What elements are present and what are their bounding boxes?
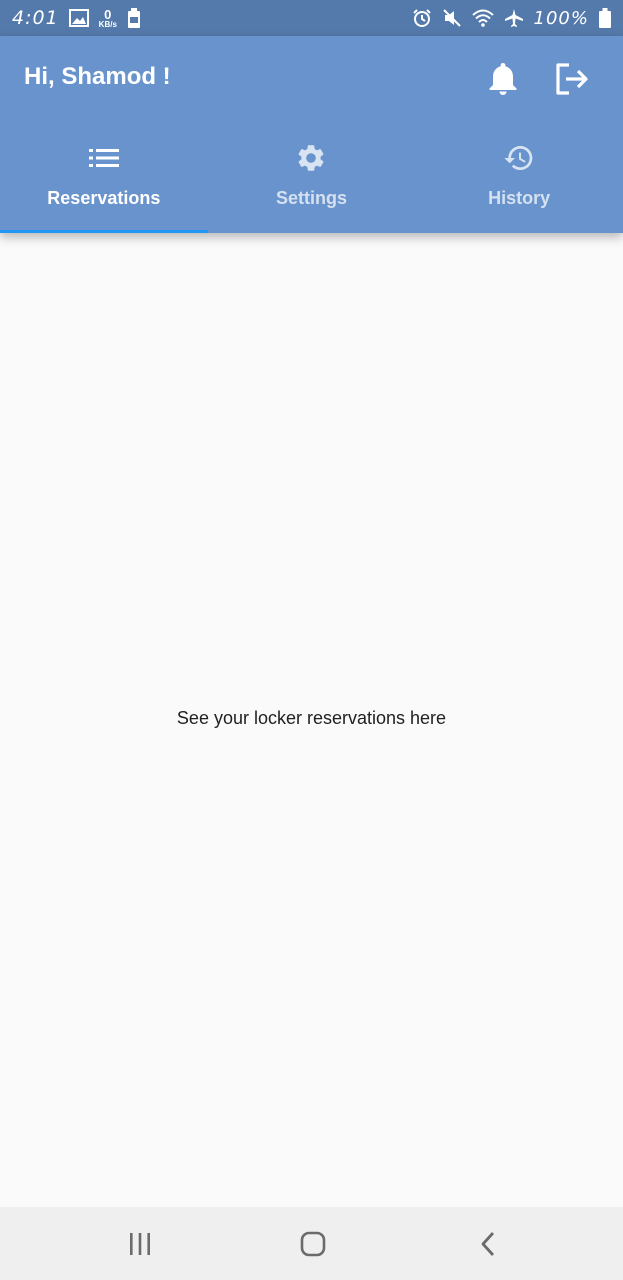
page-title: Hi, Shamod !: [24, 63, 171, 90]
battery-icon: [599, 8, 611, 28]
list-icon: [88, 142, 120, 174]
mute-icon: [442, 8, 462, 28]
back-icon: [478, 1230, 498, 1258]
wifi-icon: [471, 9, 494, 27]
tab-bar: Reservations Settings History: [0, 132, 623, 233]
network-speed: 0 KB/s: [99, 8, 117, 29]
tab-reservations[interactable]: Reservations: [0, 132, 208, 233]
recent-apps-button[interactable]: [120, 1225, 160, 1263]
notifications-button[interactable]: [484, 60, 522, 98]
history-icon: [503, 142, 535, 174]
status-right: 100%: [412, 8, 611, 29]
alarm-icon: [412, 8, 432, 28]
network-speed-unit: KB/s: [98, 19, 117, 29]
tab-label: Settings: [275, 188, 347, 208]
battery-percent: 100%: [533, 7, 589, 29]
logout-icon: [554, 62, 590, 96]
home-button[interactable]: [293, 1225, 333, 1263]
airplane-mode-icon: [504, 8, 524, 28]
notifications-icon: [488, 62, 518, 96]
battery-saver-icon: [127, 8, 141, 28]
recent-apps-icon: [127, 1232, 153, 1256]
network-speed-value: 0: [104, 6, 112, 22]
tab-label: Reservations: [47, 188, 161, 208]
logout-button[interactable]: [552, 59, 592, 99]
empty-state-message: See your locker reservations here: [176, 708, 447, 728]
status-left: 4:01 0 KB/s: [12, 7, 141, 29]
system-nav-bar: [0, 1207, 623, 1280]
home-icon: [299, 1230, 327, 1258]
tab-settings[interactable]: Settings: [208, 132, 416, 233]
status-time: 4:01: [12, 7, 59, 29]
tab-history[interactable]: History: [415, 132, 623, 233]
gear-icon: [295, 142, 327, 174]
tab-indicator: [0, 230, 208, 233]
status-bar: 4:01 0 KB/s 100%: [0, 0, 623, 36]
image-icon: [68, 9, 89, 27]
app-bar: Hi, Shamod ! Reservations Settings Histo…: [0, 36, 623, 233]
tab-label: History: [488, 188, 551, 208]
back-button[interactable]: [468, 1225, 508, 1263]
